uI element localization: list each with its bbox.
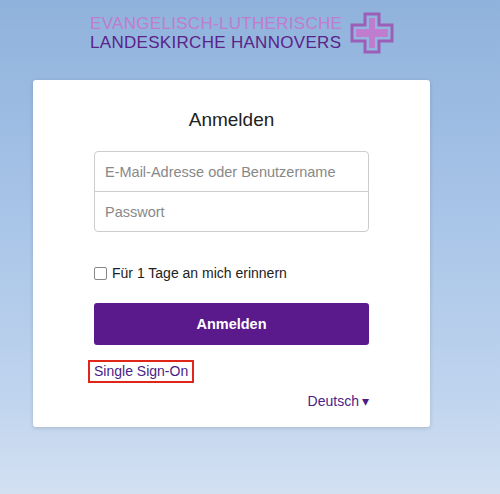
login-card: Anmelden Für 1 Tage an mich erinnern Anmel… <box>33 80 430 427</box>
sso-link[interactable]: Single Sign-On <box>88 360 194 383</box>
username-input[interactable] <box>94 151 369 192</box>
language-row: Deutsch▾ <box>94 393 369 409</box>
password-input[interactable] <box>94 191 369 232</box>
field-group <box>94 151 369 232</box>
logo-line: EVANGELISCH-LUTHERISCHE <box>90 15 342 32</box>
remember-label[interactable]: Für 1 Tage an mich erinnern <box>112 265 287 281</box>
language-label[interactable]: Deutsch <box>308 393 359 409</box>
sso-row: Single Sign-On <box>88 360 369 383</box>
login-page: EVANGELISCH-LUTHERISCHE LANDESKIRCHE HANN… <box>0 0 500 494</box>
logo-line: LANDESKIRCHE HANNOVERS <box>90 34 342 51</box>
login-title: Anmelden <box>94 108 369 132</box>
language-dropdown[interactable]: Deutsch▾ <box>308 393 369 409</box>
remember-row[interactable]: Für 1 Tage an mich erinnern <box>94 265 369 281</box>
church-cross-logo-icon <box>350 12 394 54</box>
remember-checkbox[interactable] <box>94 267 107 280</box>
logo-text: EVANGELISCH-LUTHERISCHE LANDESKIRCHE HANN… <box>90 15 342 51</box>
header: EVANGELISCH-LUTHERISCHE LANDESKIRCHE HANN… <box>0 0 500 52</box>
login-button[interactable]: Anmelden <box>94 303 369 345</box>
caret-icon[interactable]: ▾ <box>362 393 369 409</box>
